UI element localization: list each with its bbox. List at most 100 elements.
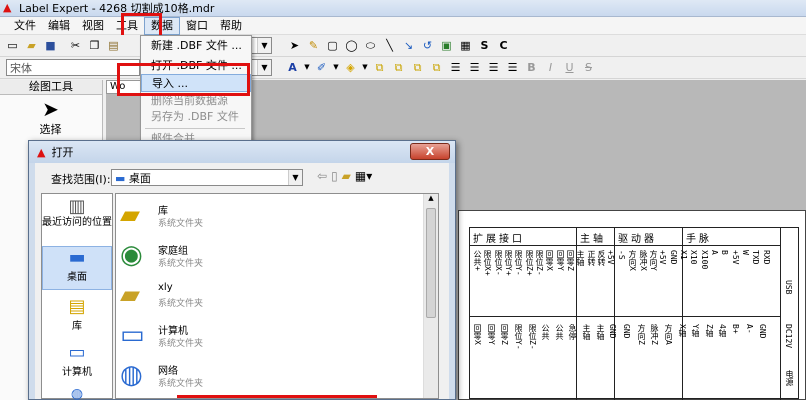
pin-label: B+ bbox=[731, 324, 740, 334]
c-button[interactable]: C bbox=[495, 37, 512, 54]
list-item[interactable]: ▰ xly 系统文件夹 bbox=[116, 278, 426, 314]
divider bbox=[470, 316, 780, 317]
panel-title: 绘图工具 bbox=[0, 80, 102, 95]
image-icon[interactable]: ▣ bbox=[438, 37, 455, 54]
back-arrow-icon[interactable]: ⇦ bbox=[317, 169, 327, 183]
list-item[interactable]: ▭ 计算机 系统文件夹 bbox=[116, 318, 426, 354]
line-icon[interactable]: ╲ bbox=[381, 37, 398, 54]
place-network[interactable]: ◍ 网络 bbox=[42, 386, 112, 400]
chevron-down-icon[interactable]: ▼ bbox=[332, 59, 340, 76]
side-label-usb: USB bbox=[784, 280, 793, 295]
pin-label: GND bbox=[608, 324, 617, 339]
pencil-icon[interactable]: ✎ bbox=[305, 37, 322, 54]
select-tool[interactable]: ➤ 选择 bbox=[0, 97, 101, 137]
copy-icon[interactable]: ❐ bbox=[86, 37, 103, 54]
pin-label: 脉冲Z bbox=[650, 324, 659, 345]
bold-button[interactable]: B bbox=[523, 59, 540, 76]
chevron-down-icon[interactable]: ▼ bbox=[361, 59, 369, 76]
curve-icon[interactable]: ↺ bbox=[419, 37, 436, 54]
place-recent[interactable]: ▥ 最近访问的位置 bbox=[42, 196, 112, 240]
arrow-line-icon[interactable]: ↘ bbox=[400, 37, 417, 54]
lookin-combo[interactable]: ▬ 桌面 ▼ bbox=[111, 169, 303, 186]
s-button[interactable]: S bbox=[476, 37, 493, 54]
dialog-title-bar: ▲ 打开 bbox=[29, 141, 455, 163]
pin-label: 限位Z- bbox=[528, 324, 537, 350]
scroll-thumb[interactable] bbox=[426, 208, 436, 318]
font-color-icon[interactable]: A bbox=[284, 59, 301, 76]
label-canvas[interactable]: 扩展接口 主轴 驱动器 手脉 公共+ 限位X+ 限位X- 限位Y+ 限位Y- 限位Z+ 限位… bbox=[458, 210, 806, 400]
pin-label: GND bbox=[758, 324, 767, 339]
file-type: 系统文件夹 bbox=[158, 299, 204, 309]
pointer-icon[interactable]: ➤ bbox=[286, 37, 303, 54]
up-folder-icon[interactable]: ▯ bbox=[331, 169, 338, 183]
header-row: 扩展接口 主轴 驱动器 手脉 bbox=[470, 228, 780, 246]
cut-icon[interactable]: ✂ bbox=[67, 37, 84, 54]
list-item[interactable]: ◉ 家庭组 系统文件夹 bbox=[116, 238, 426, 274]
new-folder-icon[interactable]: ▰ bbox=[342, 169, 351, 183]
view-menu-icon[interactable]: ▦▾ bbox=[355, 169, 372, 183]
pin-label: B bbox=[720, 250, 729, 255]
label-frame: 扩展接口 主轴 驱动器 手脉 公共+ 限位X+ 限位X- 限位Y+ 限位Y- 限位Z+ 限位… bbox=[469, 227, 799, 400]
save-icon[interactable]: ■ bbox=[42, 37, 59, 54]
barcode-icon[interactable]: ▦ bbox=[457, 37, 474, 54]
bring-front-icon[interactable]: ⧉ bbox=[409, 59, 426, 76]
computer-icon: ▭ bbox=[120, 320, 145, 350]
header-spindle: 主轴 bbox=[580, 234, 606, 245]
place-desktop[interactable]: ▬ 桌面 bbox=[42, 246, 112, 290]
network-icon: ◍ bbox=[70, 386, 84, 400]
network-icon: ◍ bbox=[120, 360, 143, 390]
libraries-icon: ▤ bbox=[68, 296, 86, 317]
menu-edit[interactable]: 编辑 bbox=[42, 17, 76, 35]
zoom-combo[interactable]: ▼ bbox=[250, 37, 272, 54]
rounded-rect-icon[interactable]: ⬭ bbox=[362, 37, 379, 54]
send-back-icon[interactable]: ⧉ bbox=[428, 59, 445, 76]
align-right-icon[interactable]: ☰ bbox=[485, 59, 502, 76]
group-icon[interactable]: ⧉ bbox=[371, 59, 388, 76]
file-name: xly bbox=[158, 282, 173, 293]
file-list-scrollbar[interactable]: ▲ bbox=[423, 194, 438, 398]
menu-help[interactable]: 帮助 bbox=[214, 17, 248, 35]
pin-label: TXD bbox=[751, 250, 760, 265]
ellipse-icon[interactable]: ◯ bbox=[343, 37, 360, 54]
menu-view[interactable]: 视图 bbox=[76, 17, 110, 35]
file-list: ▰ 库 系统文件夹 ◉ 家庭组 系统文件夹 ▰ xly 系统文件夹 ▭ 计算机 … bbox=[115, 193, 439, 399]
file-name: 库 bbox=[158, 206, 168, 217]
fill-color-icon[interactable]: ◈ bbox=[342, 59, 359, 76]
file-type: 系统文件夹 bbox=[158, 259, 204, 269]
divider bbox=[780, 228, 781, 400]
pin-label: X100 bbox=[700, 250, 709, 270]
scroll-up-icon[interactable]: ▲ bbox=[424, 194, 438, 206]
place-computer[interactable]: ▭ 计算机 bbox=[42, 342, 112, 382]
menu-window[interactable]: 窗口 bbox=[180, 17, 214, 35]
chevron-down-icon[interactable]: ▼ bbox=[303, 59, 311, 76]
strike-button[interactable]: S bbox=[580, 59, 597, 76]
pin-label: 公共 bbox=[555, 324, 564, 340]
file-type: 系统文件夹 bbox=[158, 379, 204, 389]
pin-label: X10 bbox=[689, 250, 698, 265]
dialog-close-button[interactable]: X bbox=[410, 143, 450, 160]
underline-button[interactable]: U bbox=[561, 59, 578, 76]
list-item[interactable]: ◍ 网络 系统文件夹 bbox=[116, 358, 426, 394]
open-folder-icon[interactable]: ▰ bbox=[23, 37, 40, 54]
pin-label: 主轴 bbox=[582, 324, 591, 340]
menu-file[interactable]: 文件 bbox=[8, 17, 42, 35]
list-item[interactable]: ▰ 库 系统文件夹 bbox=[116, 198, 426, 234]
place-libraries[interactable]: ▤ 库 bbox=[42, 296, 112, 336]
pin-label: 回零Z bbox=[500, 324, 509, 345]
place-label: 计算机 bbox=[62, 367, 92, 378]
font-size-combo[interactable]: ▼ bbox=[250, 59, 272, 76]
file-name: 网络 bbox=[158, 366, 178, 377]
rectangle-icon[interactable]: ▢ bbox=[324, 37, 341, 54]
paste-icon[interactable]: ▤ bbox=[105, 37, 122, 54]
ungroup-icon[interactable]: ⧉ bbox=[390, 59, 407, 76]
align-justify-icon[interactable]: ☰ bbox=[504, 59, 521, 76]
align-center-icon[interactable]: ☰ bbox=[466, 59, 483, 76]
align-left-icon[interactable]: ☰ bbox=[447, 59, 464, 76]
lookin-value: 桌面 bbox=[128, 172, 151, 185]
pin-label: 急停 bbox=[568, 324, 577, 340]
line-color-icon[interactable]: ✐ bbox=[313, 59, 330, 76]
new-file-icon[interactable]: ▭ bbox=[4, 37, 21, 54]
menu-new-dbf[interactable]: 新建 .DBF 文件 ... bbox=[141, 37, 251, 55]
cursor-arrow-icon: ➤ bbox=[42, 97, 59, 121]
italic-button[interactable]: I bbox=[542, 59, 559, 76]
